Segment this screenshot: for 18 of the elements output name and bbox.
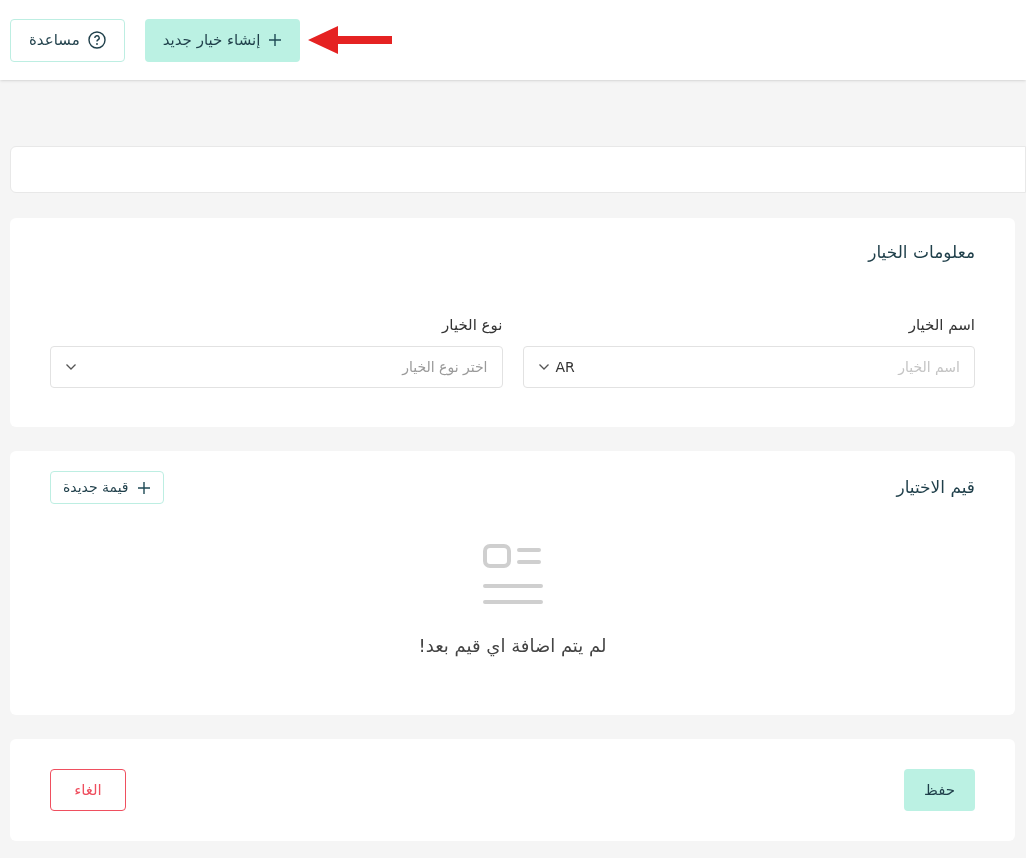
field-label: اسم الخيار (907, 314, 975, 336)
chevron-down-icon (65, 363, 77, 371)
save-button[interactable]: حفظ (903, 769, 975, 811)
section-title: قيم الاختيار (896, 475, 975, 499)
language-dropdown[interactable]: AR (537, 356, 575, 378)
help-icon (87, 31, 106, 49)
help-button[interactable]: مساعدة (10, 18, 125, 62)
section-title: معلومات الخيار (866, 241, 975, 264)
chevron-down-icon (537, 363, 550, 371)
plus-icon (136, 480, 151, 495)
cancel-button[interactable]: الغاء (50, 769, 126, 811)
plus-icon (268, 33, 283, 47)
add-value-button[interactable]: قيمة جديدة (50, 471, 164, 504)
create-option-button[interactable]: إنشاء خيار جديد (144, 18, 301, 62)
arrow-icon (308, 25, 393, 55)
empty-message: لم يتم اضافة اي قيم بعد! (418, 634, 607, 659)
field-label: نوع الخيار (440, 314, 503, 336)
empty-list-icon (482, 544, 543, 604)
